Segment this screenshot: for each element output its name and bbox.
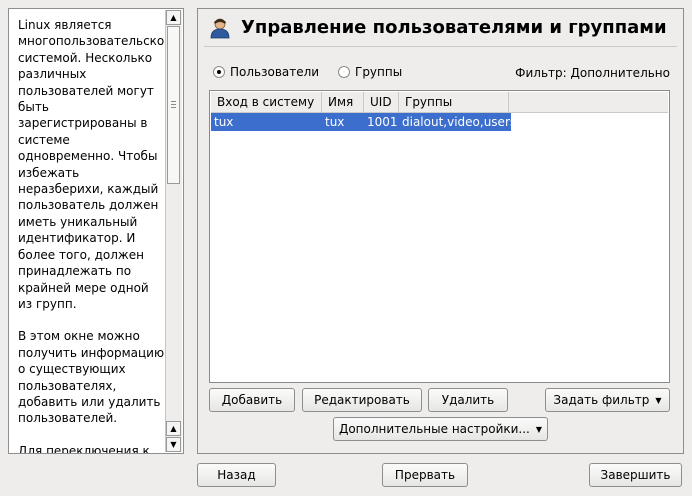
dropdown-arrow-icon: ▼ [535,425,543,434]
grip-icon [171,101,176,110]
column-header-login[interactable]: Вход в систему [211,92,322,112]
finish-button[interactable]: Завершить [589,463,682,487]
dropdown-arrow-icon: ▼ [655,396,662,405]
help-paragraph: Linux является многопользовательской сис… [18,18,166,311]
delete-button[interactable]: Удалить [428,388,508,412]
scroll-up-button[interactable]: ▲ [166,10,181,25]
help-text: Linux является многопользовательской сис… [18,17,166,453]
column-header-name[interactable]: Имя [322,92,364,112]
cell-name: tux [325,115,345,129]
radio-users-label: Пользователи [230,65,320,79]
radio-groups-label: Группы [355,65,403,79]
users-table[interactable]: Вход в систему Имя UID Группы tux tux 10… [209,90,670,383]
cell-login: tux [214,115,234,129]
scroll-up-button-lower[interactable]: ▲ [166,421,181,436]
main-panel: Управление пользователями и группами Пол… [197,8,684,454]
user-icon [210,18,230,39]
help-paragraph: Для переключения к диалогу групп, нажмит… [18,443,150,453]
abort-button[interactable]: Прервать [382,463,468,487]
advanced-settings-button[interactable]: Дополнительные настройки... ▼ [333,417,548,441]
back-button[interactable]: Назад [197,463,276,487]
scroll-thumb[interactable] [167,26,180,184]
radio-users-indicator[interactable] [213,66,225,78]
radio-users[interactable]: Пользователи [213,65,319,79]
radio-groups[interactable]: Группы [338,65,402,79]
filter-status: Фильтр: Дополнительно [515,66,670,80]
scroll-down-button[interactable]: ▼ [166,437,181,452]
radio-groups-indicator[interactable] [338,66,350,78]
help-scrollbar[interactable]: ▲ ▲ ▼ [165,10,182,452]
cell-uid: 1001 [367,115,398,129]
column-header-groups[interactable]: Группы [399,92,509,112]
set-filter-label: Задать фильтр [553,393,650,407]
table-row[interactable]: tux tux 1001 dialout,video,users [211,113,511,131]
set-filter-button[interactable]: Задать фильтр ▼ [545,388,670,412]
advanced-settings-label: Дополнительные настройки... [338,422,530,436]
table-header: Вход в систему Имя UID Группы [211,92,668,113]
title-divider [204,46,677,47]
help-panel: Linux является многопользовательской сис… [8,8,184,454]
column-header-uid[interactable]: UID [364,92,399,112]
edit-button[interactable]: Редактировать [302,388,422,412]
page-title: Управление пользователями и группами [241,17,667,38]
cell-groups: dialout,video,users [402,115,511,129]
add-button[interactable]: Добавить [209,388,295,412]
help-paragraph: В этом окне можно получить информацию о … [18,329,165,426]
